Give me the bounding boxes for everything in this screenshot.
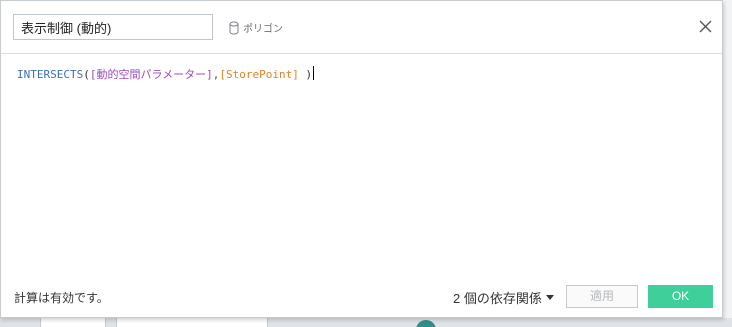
caret-down-icon bbox=[545, 294, 554, 300]
formula-close-paren: ) bbox=[298, 68, 313, 81]
formula-open-paren: ( bbox=[83, 68, 90, 81]
dependencies-dropdown[interactable]: 2 個の依存関係 bbox=[453, 288, 554, 306]
validation-status: 計算は有効です。 bbox=[14, 291, 109, 305]
formula-editor[interactable]: INTERSECTS([動的空間パラメーター],[StorePoint] ) bbox=[1, 54, 722, 274]
background-panel bbox=[722, 0, 732, 327]
calculation-name-input[interactable] bbox=[13, 14, 213, 40]
dialog-header: ポリゴン bbox=[1, 1, 722, 54]
datasource-indicator: ポリゴン bbox=[229, 19, 283, 35]
apply-button[interactable]: 適用 bbox=[566, 285, 638, 308]
background-column bbox=[116, 318, 268, 327]
ok-button[interactable]: OK bbox=[648, 285, 713, 308]
formula-function: INTERSECTS bbox=[17, 68, 84, 81]
background-column bbox=[40, 318, 106, 327]
close-icon[interactable] bbox=[697, 18, 714, 35]
formula-parameter: [動的空間パラメーター] bbox=[89, 68, 213, 81]
datasource-label: ポリゴン bbox=[243, 23, 283, 35]
background-worksheet bbox=[0, 318, 732, 327]
dialog-footer: 計算は有効です。 2 個の依存関係 適用 OK bbox=[1, 279, 722, 317]
text-caret bbox=[313, 66, 315, 80]
calculation-editor-dialog: ポリゴン INTERSECTS([動的空間パラメーター],[StorePoint… bbox=[0, 0, 723, 318]
formula-field: [StorePoint] bbox=[219, 68, 299, 81]
dependencies-label: 2 個の依存関係 bbox=[453, 290, 542, 306]
database-icon bbox=[229, 20, 239, 35]
formula-line[interactable]: INTERSECTS([動的空間パラメーター],[StorePoint] ) bbox=[17, 66, 315, 82]
